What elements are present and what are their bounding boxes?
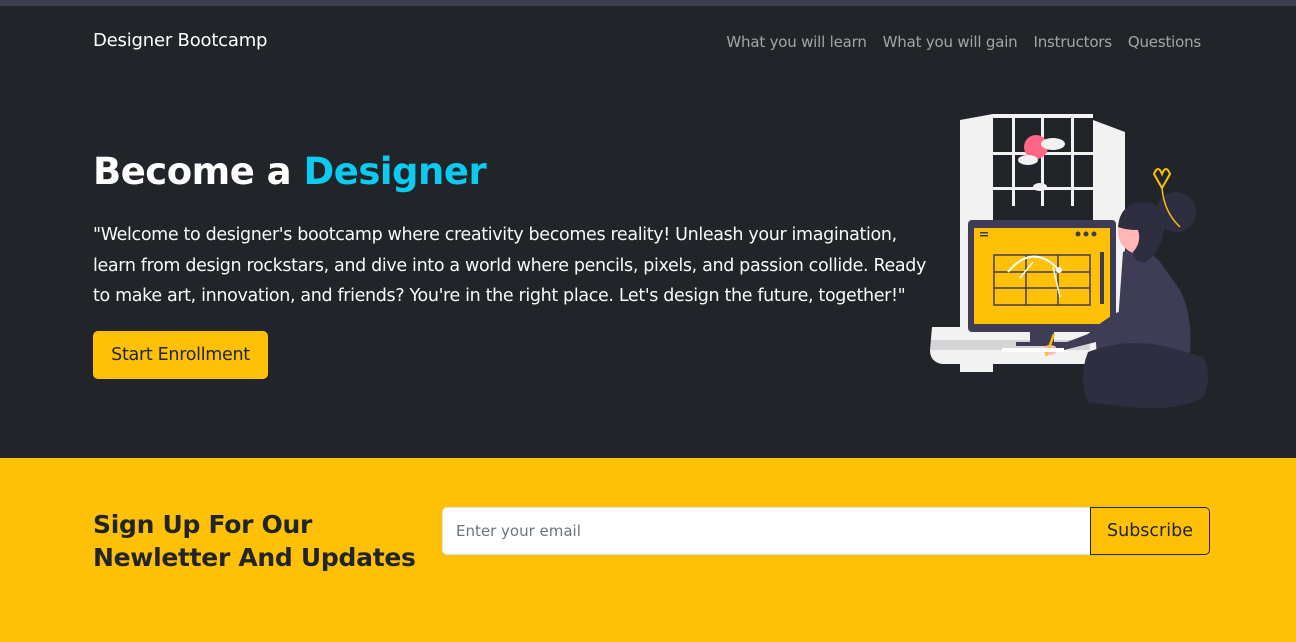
newsletter-form: Subscribe <box>442 507 1210 555</box>
nav-link-what-you-will-learn[interactable]: What you will learn <box>718 33 874 51</box>
nav-link-questions[interactable]: Questions <box>1120 33 1201 51</box>
newsletter-section: Sign Up For Our Newletter And Updates Su… <box>0 458 1296 642</box>
navbar: Designer Bootcamp What you will learn Wh… <box>0 6 1296 78</box>
nav-link-instructors[interactable]: Instructors <box>1026 33 1120 51</box>
designer-at-desk-illustration <box>930 114 1208 409</box>
start-enrollment-button[interactable]: Start Enrollment <box>93 331 268 379</box>
hero-title: Become a Designer <box>93 150 487 193</box>
hero-section: Become a Designer "Welcome to designer's… <box>0 78 1296 458</box>
hero-description: "Welcome to designer's bootcamp where cr… <box>93 225 927 306</box>
brand-link[interactable]: Designer Bootcamp <box>93 30 267 51</box>
nav-link-what-you-will-gain[interactable]: What you will gain <box>875 33 1026 51</box>
nav-links: What you will learn What you will gain I… <box>718 33 1201 51</box>
email-input[interactable] <box>442 507 1090 555</box>
hero-title-prefix: Become a <box>93 150 304 193</box>
subscribe-button[interactable]: Subscribe <box>1090 507 1210 555</box>
newsletter-title: Sign Up For Our Newletter And Updates <box>93 510 416 572</box>
hero-title-accent: Designer <box>303 150 487 193</box>
